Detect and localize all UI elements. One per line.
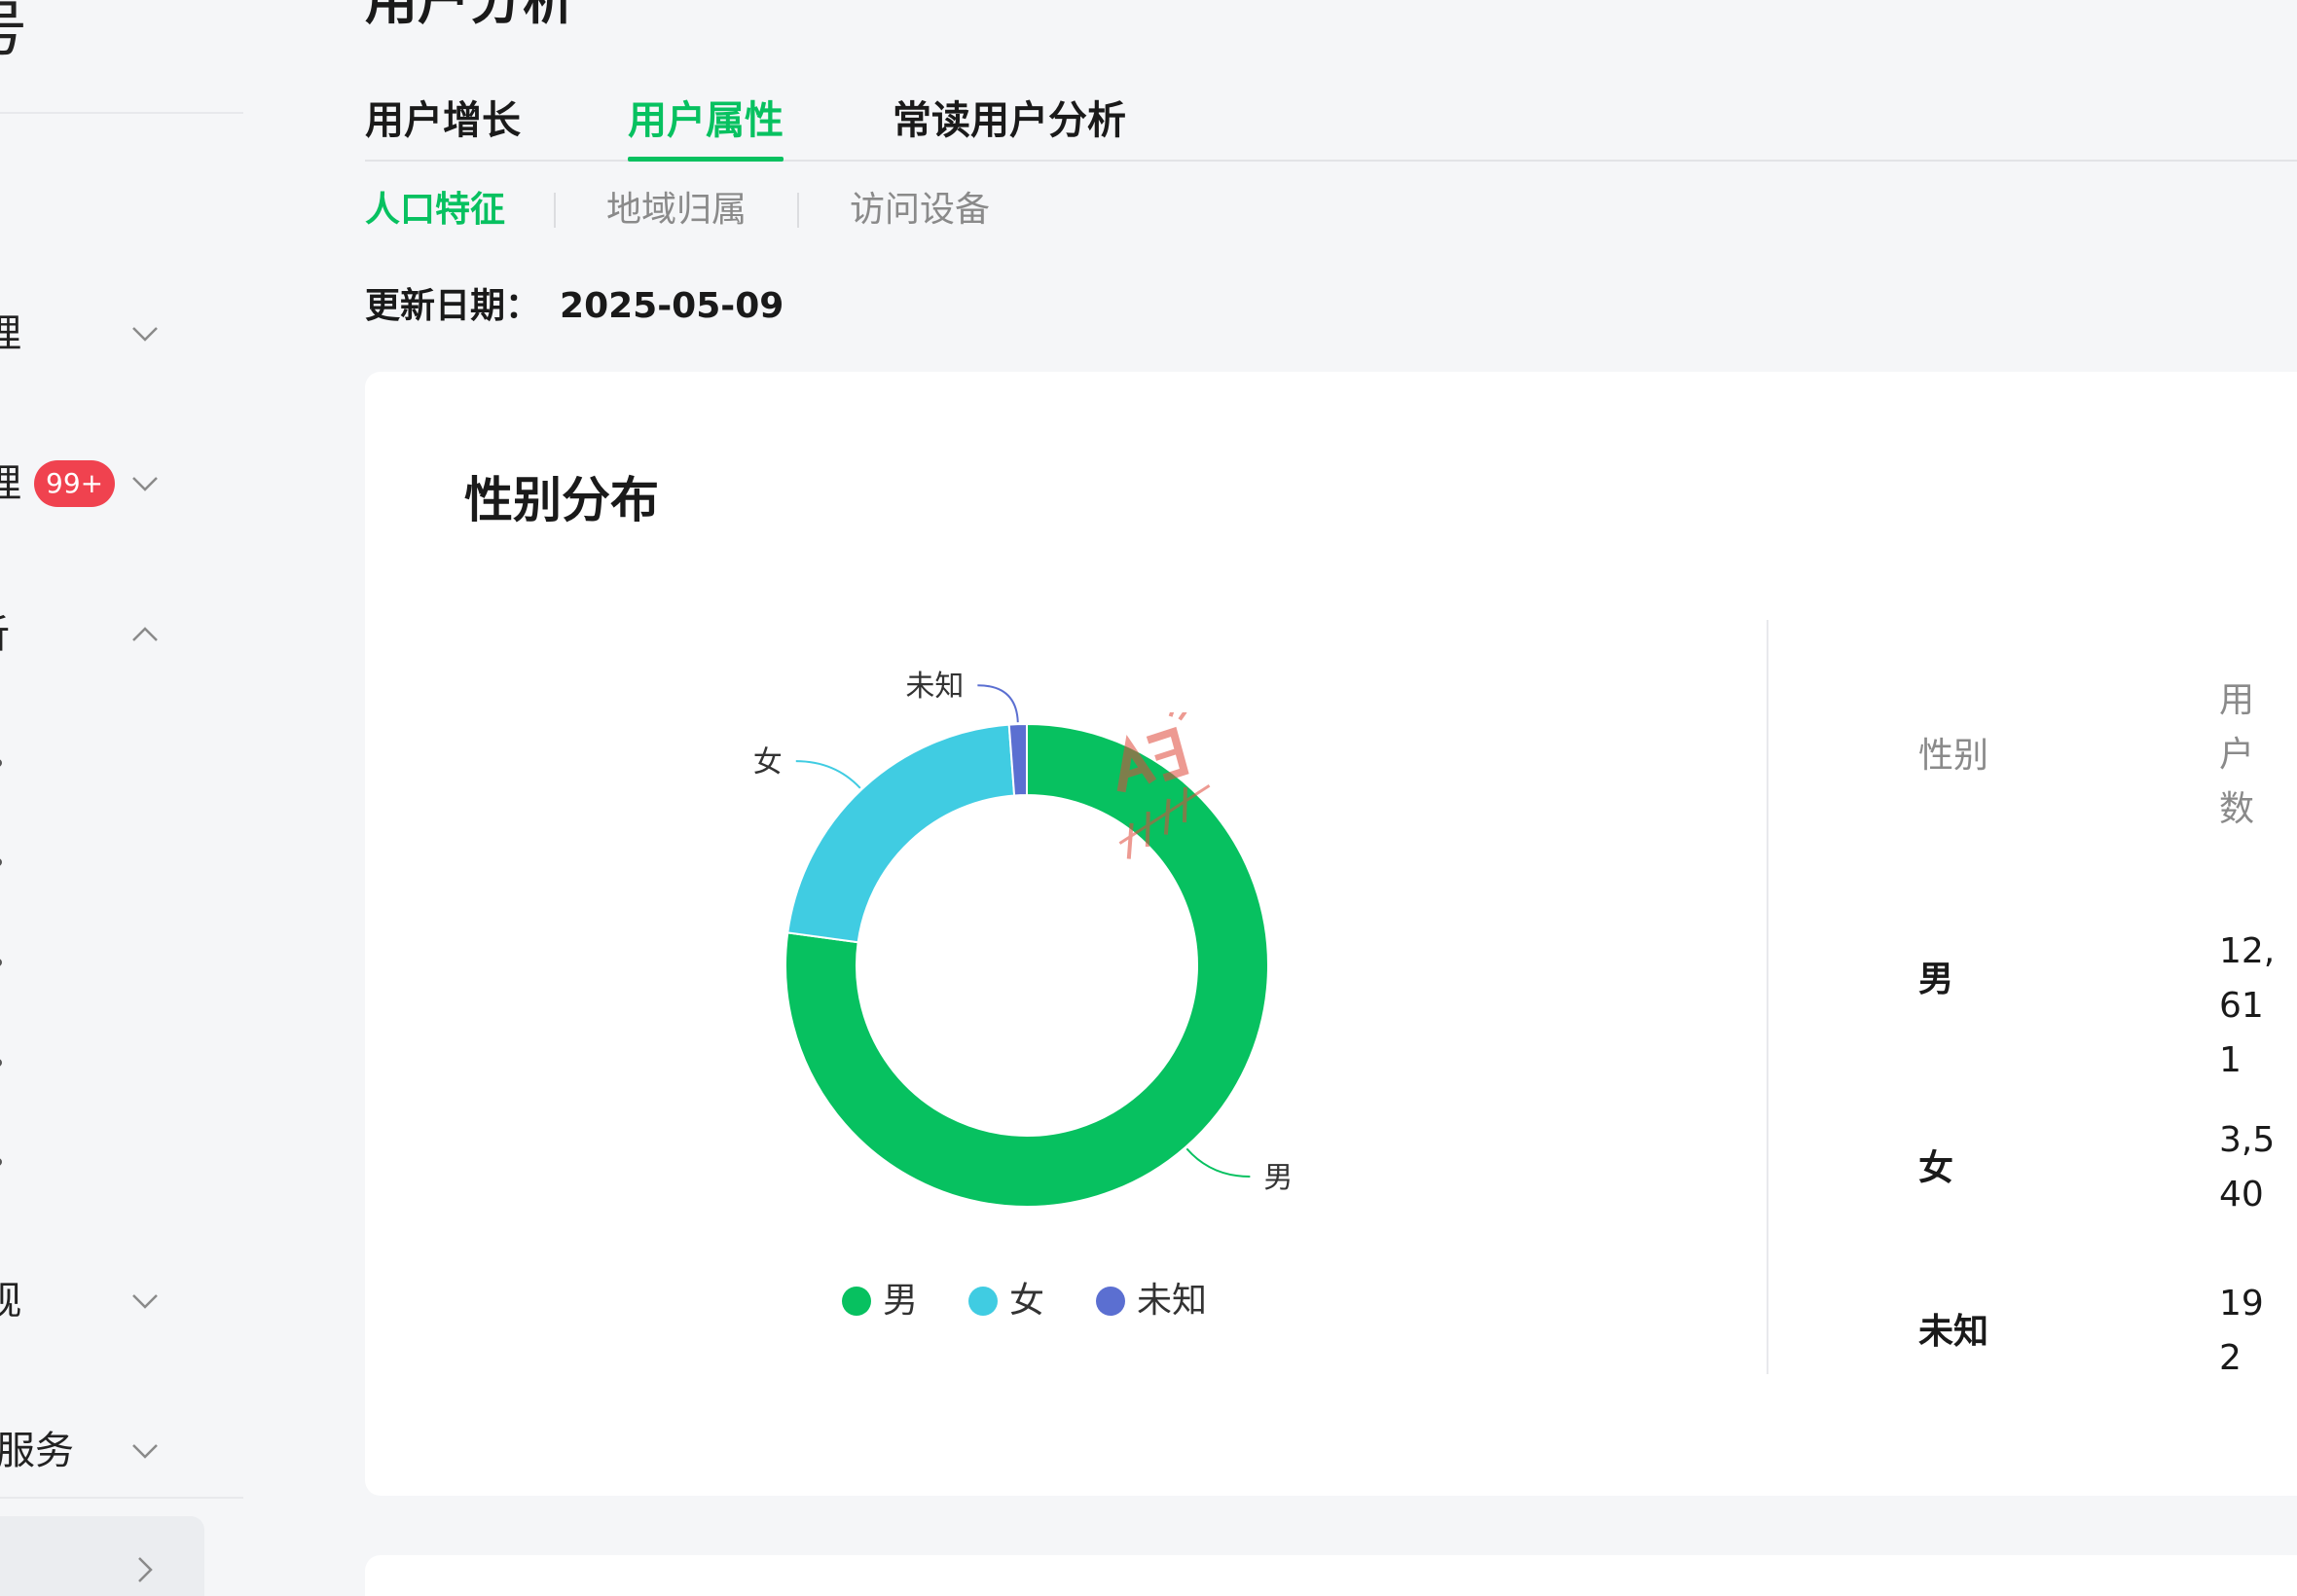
legend-label: 女 [1009, 1281, 1045, 1321]
gender-distribution-card: 性别分布 男女未知 男 女 未知 性别 用户数 男 12,611 女 3,540… [365, 372, 2297, 1496]
sidebar-divider [0, 1497, 243, 1499]
sidebar-item-label: 理 [0, 461, 21, 506]
subtab-device[interactable]: 访问设备 [850, 185, 990, 236]
legend-dot [842, 1287, 871, 1316]
legend-label: 未知 [1137, 1281, 1208, 1321]
chevron-down-icon [130, 1287, 160, 1316]
slice-leader-line [977, 684, 1019, 723]
sidebar-subitem-marker [0, 858, 2, 866]
next-card [365, 1555, 2297, 1596]
sidebar-item-label: 服务 [0, 1429, 74, 1473]
chevron-down-icon [130, 1436, 160, 1466]
update-date-value: 2025-05-09 [560, 286, 784, 326]
sidebar-subitem-marker [0, 759, 2, 767]
table-row-label: 未知 [1918, 1312, 1989, 1352]
sidebar-item-2[interactable]: 理 99+ [0, 450, 165, 518]
watermark-logo [1116, 712, 1211, 859]
page-title: 用户分析 [365, 0, 575, 31]
slice-leader-line [1185, 1147, 1251, 1179]
tab-frequent-reader-analysis[interactable]: 常读用户分析 [893, 90, 1126, 152]
subtab-region[interactable]: 地域归属 [606, 185, 747, 236]
tab-user-attributes[interactable]: 用户属性 [628, 90, 784, 162]
chevron-right-icon [130, 1555, 160, 1584]
slice-label: 未知 [905, 670, 964, 704]
chevron-up-icon [130, 620, 160, 649]
update-date-row: 更新日期： 2025-05-09 [365, 284, 784, 329]
table-row-value: 3,540 [2219, 1120, 2276, 1215]
chevron-down-icon [130, 319, 160, 348]
slice-label: 女 [753, 745, 783, 780]
sidebar-item-3[interactable]: 析 [0, 600, 165, 669]
subtab-divider [554, 193, 556, 228]
sidebar: 号 理 理 99+ 析 观 [0, 0, 243, 1596]
update-date-label: 更新日期： [365, 286, 541, 326]
slice-label: 男 [1263, 1161, 1293, 1195]
card-divider [1767, 620, 1768, 1374]
sidebar-subitem-marker [0, 1158, 2, 1166]
sidebar-bottom-item[interactable] [0, 1516, 204, 1596]
donut-slice-female[interactable] [786, 723, 1016, 944]
notification-badge: 99+ [34, 460, 116, 507]
sidebar-item-label: 析 [0, 600, 10, 669]
sidebar-subitem-marker [0, 959, 2, 966]
legend-dot [1096, 1287, 1125, 1316]
sidebar-item-label: 理 [0, 311, 21, 356]
chevron-down-icon [130, 469, 160, 498]
legend-label: 男 [883, 1281, 919, 1321]
sidebar-subitem-marker [0, 1059, 2, 1067]
sidebar-item-5[interactable]: 服务 [0, 1417, 165, 1485]
tab-user-growth[interactable]: 用户增长 [365, 90, 521, 152]
table-header-users: 用户数 [2219, 680, 2255, 829]
account-title: 号 [0, 0, 27, 68]
table-row-value: 12,611 [2219, 931, 2276, 1080]
table-row-value: 192 [2219, 1284, 2264, 1378]
sidebar-item-1[interactable]: 理 [0, 300, 165, 368]
table-row-label: 男 [1918, 960, 1954, 999]
app-root: 号 理 理 99+ 析 观 [0, 0, 2297, 1596]
sidebar-divider [0, 112, 243, 114]
table-row-label: 女 [1918, 1148, 1954, 1188]
table-header-gender: 性别 [1918, 736, 1989, 776]
subtab-divider [797, 193, 799, 228]
sidebar-item-label: 观 [0, 1279, 21, 1324]
gender-donut-chart: 男 女 未知 [753, 670, 1293, 1208]
slice-leader-line [795, 760, 861, 789]
sidebar-item-4[interactable]: 观 [0, 1267, 165, 1335]
legend-dot [968, 1287, 998, 1316]
main-tabs: 用户增长 用户属性 常读用户分析 [365, 90, 2297, 162]
subtab-demographics[interactable]: 人口特征 [365, 185, 505, 236]
